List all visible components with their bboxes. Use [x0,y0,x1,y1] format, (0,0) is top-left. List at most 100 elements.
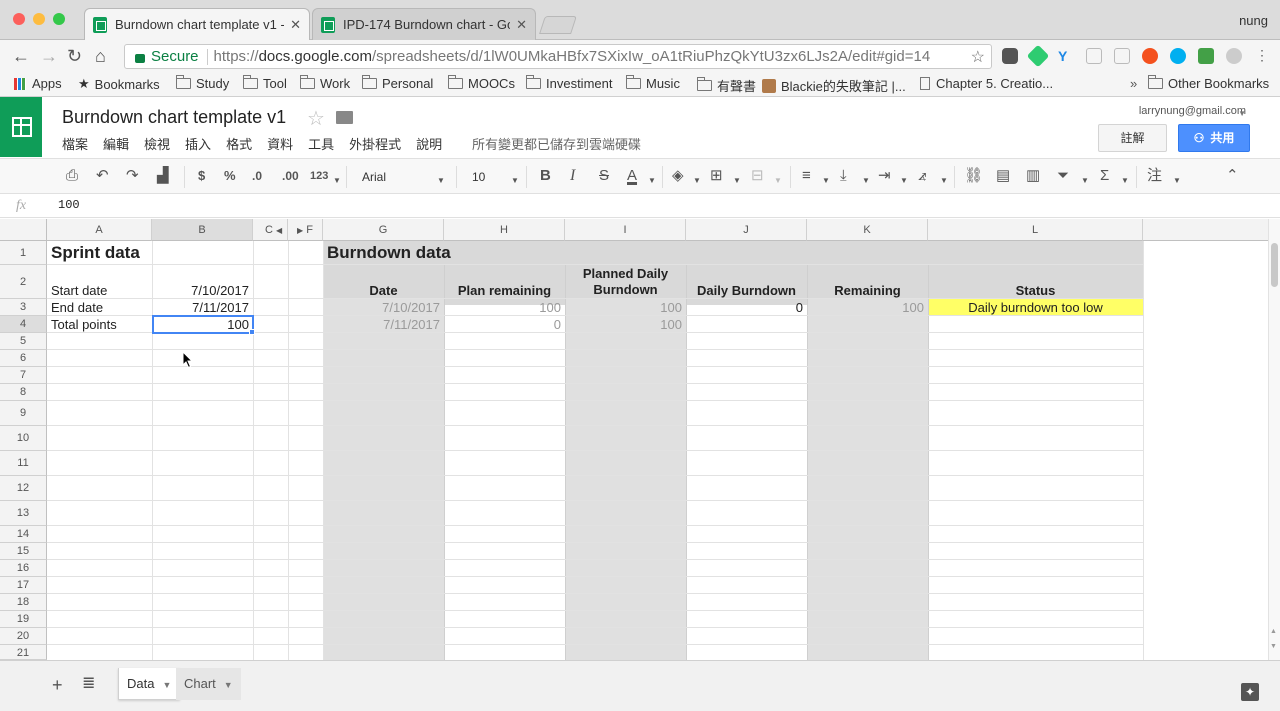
forward-icon[interactable]: → [40,46,58,66]
row-header[interactable]: 4 [0,316,47,333]
bookmark-page[interactable]: Blackie的失敗筆記 |... [762,76,906,95]
menu-tools[interactable]: 工具 [308,134,334,153]
chevron-down-icon[interactable]: ▼ [224,680,233,690]
close-tab-icon[interactable]: ✕ [516,17,527,33]
all-sheets-icon[interactable]: ≣ [82,675,95,693]
undo-icon[interactable]: ↶ [96,167,109,185]
font-family-select[interactable]: Arial [362,170,386,184]
minimize-window-icon[interactable] [33,13,45,25]
borders-icon[interactable]: ⊞ [710,167,723,185]
menu-edit[interactable]: 編輯 [103,134,129,153]
burndown-date-cell[interactable]: 7/11/2017 [323,316,444,333]
row-header[interactable]: 12 [0,476,47,501]
filter-icon[interactable]: ⏷ [1057,167,1069,185]
header-plan-remaining[interactable]: Plan remaining [444,282,565,299]
maximize-window-icon[interactable] [53,13,65,25]
row-header[interactable]: 18 [0,594,47,611]
hidden-columns-left-icon[interactable]: ◀ [276,226,282,235]
plan-remaining-cell[interactable]: 100 [444,299,565,316]
back-icon[interactable]: ← [12,46,30,66]
home-icon[interactable]: ⌂ [95,46,106,66]
header-daily-burndown[interactable]: Daily Burndown [686,282,807,299]
bookmark-folder[interactable]: Investiment [526,75,612,91]
chevron-down-icon[interactable]: ▼ [693,172,701,190]
browser-tab-active[interactable]: Burndown chart template v1 - ✕ [84,8,310,40]
bookmark-folder[interactable]: Work [300,75,350,91]
select-all-corner[interactable] [0,219,47,241]
insert-chart-icon[interactable]: ▥ [1026,167,1040,185]
url-text[interactable]: https://docs.google.com/spreadsheets/d/1… [214,48,931,65]
header-status[interactable]: Status [928,282,1143,299]
input-tools-button[interactable]: 注 [1147,167,1162,185]
horizontal-align-icon[interactable]: ≡ [802,167,811,185]
chevron-down-icon[interactable]: ▼ [648,172,656,190]
decrease-decimal-button[interactable]: .0 [252,167,262,185]
vertical-scrollbar[interactable] [1268,219,1280,660]
save-status[interactable]: 所有變更都已儲存到雲端硬碟 [472,134,641,153]
account-email[interactable]: larrynung@gmail.com [1139,105,1246,117]
column-header-f[interactable]: ▶ F [288,219,323,241]
fill-handle[interactable] [249,329,255,335]
document-title[interactable]: Burndown chart template v1 [62,107,286,128]
close-window-icon[interactable] [13,13,25,25]
bookmark-folder[interactable]: Study [176,75,229,91]
bookmark-apps[interactable]: Apps [14,76,62,91]
copy-extension-icon[interactable] [1086,48,1102,64]
menu-help[interactable]: 說明 [416,134,442,153]
row-header[interactable]: 19 [0,611,47,628]
hidden-columns-right-icon[interactable]: ▶ [297,226,303,235]
column-header-h[interactable]: H [444,219,565,241]
close-tab-icon[interactable]: ✕ [290,17,301,33]
italic-button[interactable]: I [570,167,575,185]
chevron-down-icon[interactable]: ▼ [1173,172,1181,190]
row-header[interactable]: 1 [0,241,47,265]
start-date-value[interactable]: 7/10/2017 [152,282,253,299]
status-cell[interactable] [928,316,1143,333]
paint-format-icon[interactable]: ▟ [157,167,169,185]
reload-icon[interactable]: ↻ [67,46,82,66]
bookmark-page[interactable]: Chapter 5. Creatio... [920,76,1053,91]
daily-burndown-cell[interactable]: 0 [686,299,807,316]
explore-icon[interactable]: ✦ [1241,683,1259,701]
scroll-up-icon[interactable]: ▲ [1270,628,1277,635]
row-header[interactable]: 6 [0,350,47,367]
text-wrapping-icon[interactable]: ⇥ [878,167,891,185]
formula-input[interactable]: 100 [58,198,80,212]
account-chevron-down-icon[interactable]: ▼ [1238,109,1246,118]
skype-extension-icon[interactable] [1170,48,1186,64]
reader-extension-icon[interactable] [1114,48,1130,64]
end-date-label[interactable]: End date [47,299,152,316]
chevron-down-icon[interactable]: ▼ [162,680,171,690]
print-icon[interactable]: ⎙ [66,167,78,185]
column-header-l[interactable]: L [928,219,1143,241]
bookmark-folder[interactable]: Tool [243,75,287,91]
planned-daily-cell[interactable]: 100 [565,316,686,333]
insert-comment-icon[interactable]: ▤ [996,167,1010,185]
row-header[interactable]: 13 [0,501,47,526]
increase-decimal-button[interactable]: .00 [282,167,299,185]
bookmark-folder[interactable]: Personal [362,75,433,91]
functions-icon[interactable]: Σ [1100,167,1109,185]
bookmark-bookmarks[interactable]: ★ Bookmarks [78,76,160,92]
sync-extension-icon[interactable] [1198,48,1214,64]
menu-format[interactable]: 格式 [226,134,252,153]
chevron-down-icon[interactable]: ▼ [862,172,870,190]
row-header[interactable]: 5 [0,333,47,350]
menu-insert[interactable]: 插入 [185,134,211,153]
url-bar[interactable]: Secure https://docs.google.com/spreadshe… [124,44,992,69]
row-header[interactable]: 2 [0,265,47,299]
bold-button[interactable]: B [540,167,551,185]
column-header-c[interactable]: C ◀ [253,219,288,241]
orange-extension-icon[interactable] [1142,48,1158,64]
scrollbar-thumb[interactable] [1271,243,1278,287]
chevron-down-icon[interactable]: ▼ [733,172,741,190]
column-header-b[interactable]: B [152,219,253,241]
vertical-align-icon[interactable]: ⤓ [840,167,847,185]
row-header[interactable]: 20 [0,628,47,645]
scroll-down-icon[interactable]: ▼ [1270,643,1277,650]
column-header-j[interactable]: J [686,219,807,241]
row-header[interactable]: 14 [0,526,47,543]
share-button[interactable]: ⚇ 共用 [1178,124,1250,152]
chevron-down-icon[interactable]: ▼ [940,172,948,190]
menu-data[interactable]: 資料 [267,134,293,153]
